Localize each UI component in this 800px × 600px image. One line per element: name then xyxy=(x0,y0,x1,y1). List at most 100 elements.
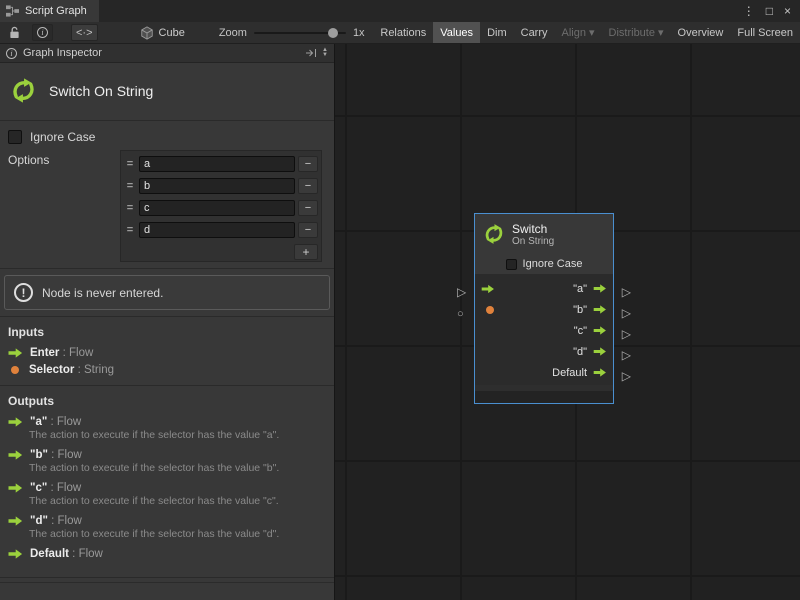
port-marker-triangle[interactable]: ▷ xyxy=(622,370,631,382)
option-row: = − xyxy=(124,175,318,197)
port-sep: : xyxy=(47,416,57,428)
toolbar-button-fullscreen[interactable]: Full Screen xyxy=(730,22,800,43)
flow-output-port[interactable] xyxy=(593,368,607,377)
menu-icon[interactable]: ⋮ xyxy=(743,4,755,18)
value-dot-icon xyxy=(11,366,19,374)
remove-option-button[interactable]: − xyxy=(298,178,318,194)
ignore-case-checkbox[interactable] xyxy=(8,130,22,144)
graph-canvas[interactable]: Switch On String Ignore Case "a" "b" "c" xyxy=(335,44,800,600)
port-type: String xyxy=(84,364,114,376)
port-sep: : xyxy=(48,449,58,461)
node-subtitle: On String xyxy=(512,236,554,247)
option-row: = − xyxy=(124,197,318,219)
tab-script-graph[interactable]: Script Graph xyxy=(0,0,99,22)
graph-inspector-panel: i Graph Inspector ▲ ▼ Switch On String I… xyxy=(0,44,335,600)
drag-handle-icon[interactable]: = xyxy=(124,224,136,236)
script-graph-icon xyxy=(6,5,19,17)
output-row: "c" : Flow The action to execute if the … xyxy=(8,482,326,507)
output-desc: The action to execute if the selector ha… xyxy=(29,495,326,507)
toolbar-button-values[interactable]: Values xyxy=(433,22,480,43)
node-title: Switch xyxy=(512,222,554,236)
drag-handle-icon[interactable]: = xyxy=(124,180,136,192)
flow-arrow-icon xyxy=(8,549,23,559)
flow-arrow-icon xyxy=(8,483,23,493)
option-input[interactable] xyxy=(139,156,295,172)
port-name: "d" xyxy=(30,515,48,527)
output-row-default: Default : Flow xyxy=(8,548,326,560)
flow-arrow-icon xyxy=(8,450,23,460)
port-marker-triangle[interactable]: ▷ xyxy=(622,286,631,298)
port-sep: : xyxy=(59,347,69,359)
node-ignore-case-checkbox[interactable] xyxy=(506,259,517,270)
node-ignore-case-label: Ignore Case xyxy=(523,258,583,270)
option-input[interactable] xyxy=(139,200,295,216)
port-marker-circle[interactable]: ○ xyxy=(457,308,464,320)
toolbar-button-overview[interactable]: Overview xyxy=(671,22,731,43)
stepper-down-icon[interactable]: ▼ xyxy=(322,53,328,58)
inputs-section: Inputs Enter : Flow Selector : String xyxy=(0,317,334,385)
zoom-slider-handle[interactable] xyxy=(328,28,338,38)
drag-handle-icon[interactable]: = xyxy=(124,158,136,170)
output-desc: The action to execute if the selector ha… xyxy=(29,429,326,441)
graph-toolbar: i <·> Cube Zoom 1x Relations Values Dim … xyxy=(0,22,800,44)
toolbar-button-relations[interactable]: Relations xyxy=(373,22,433,43)
code-view-button[interactable]: <·> xyxy=(71,24,98,41)
close-icon[interactable]: × xyxy=(784,4,791,18)
cube-icon xyxy=(140,26,154,40)
flow-output-port[interactable] xyxy=(593,305,607,314)
info-toggle-button[interactable]: i xyxy=(32,24,53,41)
port-marker-triangle[interactable]: ▷ xyxy=(622,328,631,340)
inspector-header-title: Graph Inspector xyxy=(23,47,102,59)
remove-option-button[interactable]: − xyxy=(298,200,318,216)
flow-output-port[interactable] xyxy=(593,347,607,356)
code-icon: <·> xyxy=(76,27,93,39)
lock-button[interactable] xyxy=(4,24,24,41)
input-row-selector: Selector : String xyxy=(8,364,326,376)
zoom-slider[interactable] xyxy=(254,32,346,34)
port-type: Flow xyxy=(58,515,82,527)
flow-output-port[interactable] xyxy=(593,284,607,293)
chevron-down-icon: ▾ xyxy=(658,26,664,39)
port-name: Default xyxy=(30,548,69,560)
option-input[interactable] xyxy=(139,178,295,194)
option-row: = − xyxy=(124,219,318,241)
port-label: "d" xyxy=(573,346,587,358)
warning-box: ! Node is never entered. xyxy=(4,275,330,310)
port-name: "a" xyxy=(30,416,47,428)
toolbar-button-align[interactable]: Align ▾ xyxy=(555,22,602,43)
port-label: "a" xyxy=(573,283,587,295)
flow-arrow-icon xyxy=(8,348,23,358)
flow-arrow-icon xyxy=(8,516,23,526)
cube-label: Cube xyxy=(159,27,185,39)
inputs-heading: Inputs xyxy=(8,325,326,339)
port-type: Flow xyxy=(79,548,103,560)
add-option-button[interactable]: + xyxy=(294,244,318,260)
toolbar-button-distribute[interactable]: Distribute ▾ xyxy=(602,22,671,43)
dock-icon[interactable] xyxy=(305,48,318,58)
port-marker-triangle[interactable]: ▷ xyxy=(622,307,631,319)
selector-input-port[interactable] xyxy=(483,306,497,314)
switch-node[interactable]: Switch On String Ignore Case "a" "b" "c" xyxy=(474,213,614,404)
inspector-node-title: Switch On String xyxy=(49,83,153,99)
options-label: Options xyxy=(8,150,120,262)
toolbar-button-dim[interactable]: Dim xyxy=(480,22,514,43)
port-type: Flow xyxy=(69,347,93,359)
port-label: Default xyxy=(552,367,587,379)
maximize-icon[interactable]: □ xyxy=(766,4,773,18)
port-type: Flow xyxy=(57,482,81,494)
toolbar-button-carry[interactable]: Carry xyxy=(514,22,555,43)
input-row-enter: Enter : Flow xyxy=(8,347,326,359)
remove-option-button[interactable]: − xyxy=(298,222,318,238)
stepper[interactable]: ▲ ▼ xyxy=(322,48,328,58)
port-name: "b" xyxy=(30,449,48,461)
cube-context-button[interactable]: Cube xyxy=(140,26,185,40)
port-marker-triangle[interactable]: ▷ xyxy=(622,349,631,361)
flow-input-port[interactable] xyxy=(481,284,495,293)
flow-output-port[interactable] xyxy=(593,326,607,335)
remove-option-button[interactable]: − xyxy=(298,156,318,172)
port-marker-triangle[interactable]: ▷ xyxy=(457,286,466,298)
output-desc: The action to execute if the selector ha… xyxy=(29,462,326,474)
drag-handle-icon[interactable]: = xyxy=(124,202,136,214)
option-input[interactable] xyxy=(139,222,295,238)
outputs-heading: Outputs xyxy=(8,394,326,408)
